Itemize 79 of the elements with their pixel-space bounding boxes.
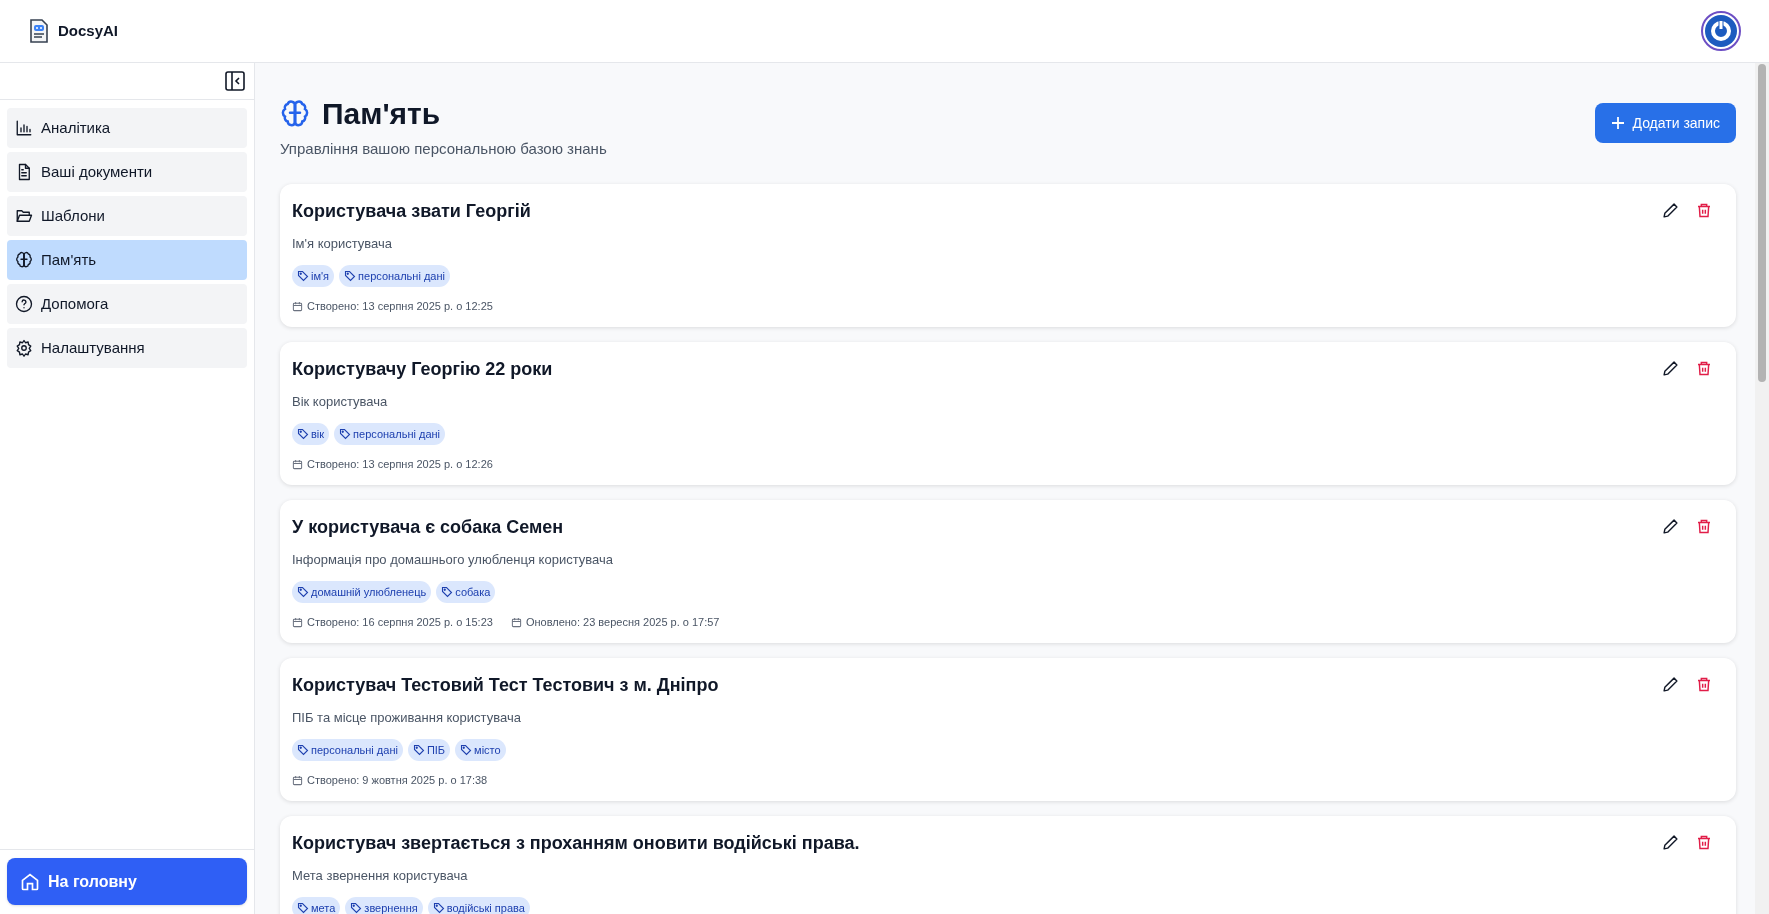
tag-icon (297, 428, 309, 440)
pencil-icon (1661, 360, 1679, 377)
tag-icon (432, 902, 445, 914)
tag-chip: місто (455, 739, 506, 761)
entry-description: Ім'я користувача (292, 234, 394, 253)
tag-icon (297, 586, 309, 598)
tag-icon (339, 428, 352, 440)
document-robot-icon (28, 19, 50, 43)
entry-title: Користувач Тестовий Тест Тестович з м. Дніпро (292, 673, 719, 697)
entry-description: Вік користувача (292, 392, 389, 411)
page-subtitle: Управління вашою персональною базою знань (280, 139, 607, 159)
tag-chip: персональні дані (339, 265, 450, 287)
calendar-icon (510, 616, 522, 628)
entry-date: Оновлено: 23 вересня 2025 р. о 17:57 (525, 615, 720, 630)
sidebar-collapse-icon (225, 71, 245, 91)
sidebar-item[interactable]: Ваші документи (7, 152, 247, 192)
tag-icon (297, 270, 309, 282)
tag-chip: собака (436, 581, 496, 603)
tag-chip: вік (292, 423, 330, 445)
sidebar-item[interactable]: Шаблони (7, 196, 247, 236)
settings-icon (15, 339, 33, 357)
bar-chart-icon (15, 119, 33, 137)
entry-date: Створено: 13 серпня 2025 р. о 12:26 (307, 457, 493, 472)
entry-title: Користувачу Георгію 22 роки (292, 357, 553, 381)
entry-title: У користувача є собака Семен (292, 515, 564, 539)
pencil-icon (1661, 202, 1679, 219)
tag-icon (350, 902, 363, 914)
tag-icon (297, 902, 309, 914)
calendar-icon (292, 616, 303, 628)
tag-chip: водійські права (427, 897, 530, 914)
calendar-icon (292, 774, 303, 786)
plus-icon (1610, 116, 1625, 130)
pencil-icon (1661, 834, 1679, 851)
scrollbar[interactable] (1755, 63, 1769, 914)
trash-icon (1696, 834, 1712, 851)
avatar-button[interactable] (1701, 11, 1741, 51)
help-icon (15, 295, 33, 313)
entry-description: Мета звернення користувача (292, 866, 469, 885)
entry-date: Створено: 16 серпня 2025 р. о 15:23 (307, 615, 493, 630)
tag-chip: ПІБ (407, 739, 451, 761)
brain-icon (280, 98, 310, 129)
collapse-sidebar-button[interactable] (224, 70, 246, 92)
entry-title: Користувача звати Георгій (292, 199, 531, 223)
tag-icon (441, 586, 454, 598)
entry-description: ПІБ та місце проживання користувача (292, 708, 522, 727)
tag-icon (297, 744, 309, 756)
add-entry-button[interactable]: Додати запис (1594, 103, 1736, 143)
sidebar-item[interactable]: Допомога (7, 284, 247, 324)
tag-chip: звернення (345, 897, 423, 914)
app-name: DocsyAI (58, 20, 119, 41)
tag-icon (344, 270, 357, 282)
home-icon (20, 871, 40, 892)
trash-icon (1696, 360, 1712, 377)
calendar-icon (292, 300, 303, 312)
tag-chip: мета (292, 897, 341, 914)
tag-icon (460, 744, 473, 756)
folder-icon (15, 207, 33, 225)
tag-chip: персональні дані (334, 423, 445, 445)
sidebar-item[interactable]: Пам'ять (7, 240, 247, 280)
trash-icon (1696, 676, 1712, 693)
home-button[interactable]: На головну (7, 858, 247, 905)
trash-icon (1696, 518, 1712, 535)
entry-title: Користувач звертається з проханням оновити водійські права. (292, 831, 860, 855)
sidebar-item[interactable]: Аналітика (7, 108, 247, 148)
tag-chip: домашній улюбленець (292, 581, 432, 603)
entry-description: Інформація про домашнього улюбленця користувача (292, 550, 614, 569)
sidebar-item[interactable]: Налаштування (7, 328, 247, 368)
trash-icon (1696, 202, 1712, 219)
entry-date: Створено: 9 жовтня 2025 р. о 17:38 (307, 773, 488, 788)
page-title: Пам'ять (322, 96, 441, 132)
entry-date: Створено: 13 серпня 2025 р. о 12:25 (307, 299, 493, 314)
tag-chip: персональні дані (292, 739, 403, 761)
pencil-icon (1661, 676, 1679, 693)
pencil-icon (1661, 518, 1679, 535)
power-icon (1705, 15, 1737, 47)
tag-icon (412, 744, 425, 756)
calendar-icon (292, 458, 303, 470)
tag-chip: ім'я (292, 265, 335, 287)
brain-icon (15, 251, 33, 269)
